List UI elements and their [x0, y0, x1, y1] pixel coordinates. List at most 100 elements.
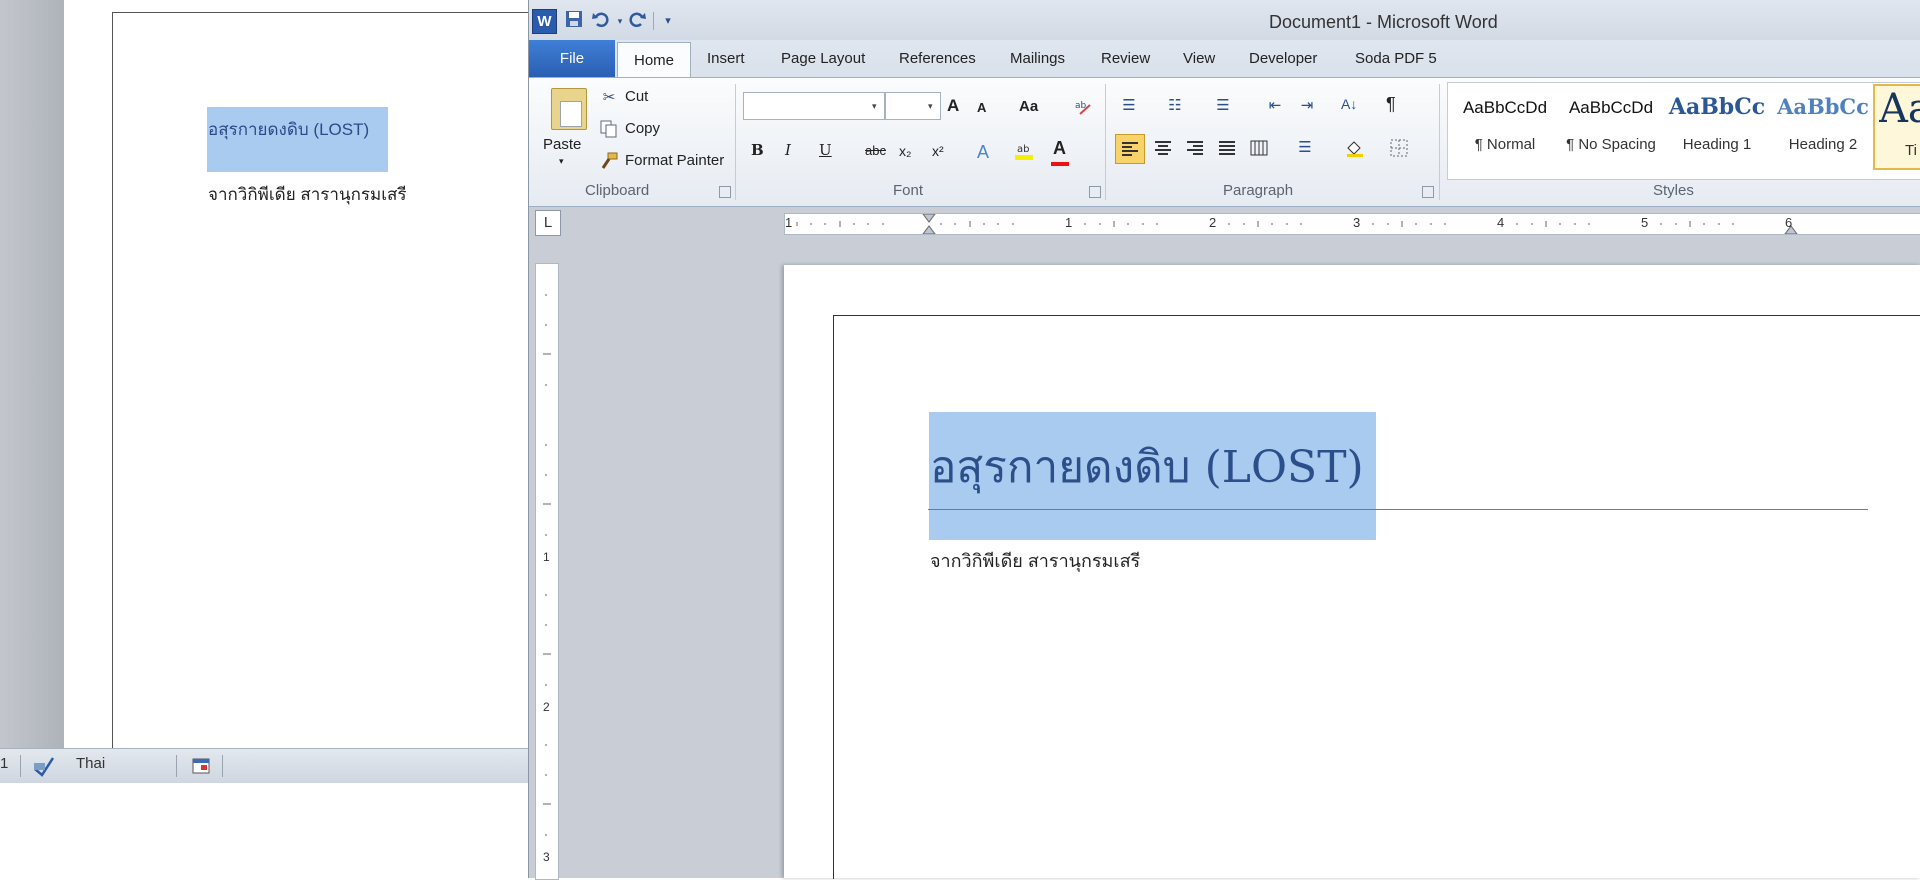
paragraph-dialog-launcher[interactable]	[1422, 186, 1434, 198]
style-normal[interactable]: AaBbCcDd ¶ Normal	[1453, 86, 1557, 156]
word-logo-icon[interactable]: W	[532, 9, 557, 34]
numbering-icon[interactable]: ☷	[1165, 96, 1185, 116]
background-doc-title[interactable]: อสุรกายดงดิบ (LOST)	[208, 116, 369, 143]
background-window-gutter	[0, 0, 64, 748]
superscript-button[interactable]: x²	[932, 143, 944, 159]
change-case-button[interactable]: Aa	[1019, 98, 1038, 115]
align-left-button[interactable]	[1115, 134, 1145, 164]
quick-access-separator	[653, 12, 654, 30]
ribbon-home: Paste ▾ ✂ Cut Copy Format Painter Clipbo…	[529, 77, 1920, 207]
group-separator	[1439, 84, 1440, 200]
tab-view[interactable]: View	[1183, 50, 1215, 67]
tab-selector-button[interactable]: L	[535, 210, 561, 236]
shading-icon[interactable]	[1345, 138, 1365, 158]
copy-icon[interactable]	[599, 120, 619, 140]
bold-button[interactable]: B	[751, 141, 764, 159]
show-marks-button[interactable]: ¶	[1386, 94, 1396, 115]
undo-icon[interactable]	[589, 10, 611, 32]
status-separator	[20, 755, 21, 777]
highlight-color-icon[interactable]: ab	[1013, 140, 1033, 160]
ruler-number: 1	[1065, 215, 1073, 230]
paragraph-group-label: Paragraph	[1223, 182, 1294, 199]
page-margin-frame	[833, 315, 1920, 879]
clear-formatting-icon[interactable]: ab	[1074, 96, 1094, 116]
background-doc-subtitle[interactable]: จากวิกิพีเดีย สารานุกรมเสรี	[208, 181, 407, 208]
tab-developer[interactable]: Developer	[1249, 50, 1317, 67]
customize-icon[interactable]: ▾	[657, 10, 679, 32]
sort-button[interactable]: A↓	[1341, 96, 1357, 112]
underline-button[interactable]: U	[819, 141, 832, 159]
desktop-background	[0, 783, 530, 878]
style-name: Heading 2	[1788, 136, 1858, 153]
borders-icon[interactable]	[1389, 138, 1409, 158]
tab-mailings[interactable]: Mailings	[1010, 50, 1065, 67]
tab-references[interactable]: References	[899, 50, 976, 67]
document-subtitle[interactable]: จากวิกิพีเดีย สารานุกรมเสรี	[930, 546, 1140, 575]
cut-button[interactable]: Cut	[625, 88, 648, 105]
decrease-indent-icon[interactable]: ⇤	[1265, 96, 1285, 116]
shrink-font-button[interactable]: A	[977, 100, 986, 115]
text-effects-icon[interactable]: A	[973, 142, 993, 162]
tab-review[interactable]: Review	[1101, 50, 1150, 67]
justify-icon[interactable]	[1217, 138, 1237, 158]
style-sample: AaBbCc	[1668, 94, 1766, 120]
clipboard-group-label: Clipboard	[585, 182, 650, 199]
italic-button[interactable]: I	[785, 141, 791, 159]
line-spacing-icon[interactable]: ☰	[1295, 138, 1315, 158]
align-right-icon[interactable]	[1185, 138, 1205, 158]
copy-button[interactable]: Copy	[625, 120, 660, 137]
font-color-button[interactable]: A	[1053, 138, 1066, 159]
status-language[interactable]: Thai	[76, 755, 105, 772]
font-dialog-launcher[interactable]	[1089, 186, 1101, 198]
group-separator	[735, 84, 736, 200]
format-painter-button[interactable]: Format Painter	[625, 152, 724, 169]
macro-icon[interactable]	[192, 758, 210, 774]
tab-file[interactable]: File	[529, 40, 615, 77]
styles-group-label: Styles	[1653, 182, 1694, 199]
style-heading-2[interactable]: AaBbCc Heading 2	[1771, 86, 1875, 156]
style-name: Heading 1	[1682, 136, 1752, 153]
status-separator	[176, 755, 177, 777]
font-name-dropdown-icon[interactable]: ▾	[872, 101, 877, 112]
tab-insert[interactable]: Insert	[707, 50, 745, 67]
cut-icon[interactable]: ✂	[599, 88, 619, 108]
svg-text:ab: ab	[1017, 144, 1029, 155]
ruler-number: 3	[1353, 215, 1361, 230]
proofing-icon[interactable]	[32, 755, 56, 777]
horizontal-ruler[interactable]: 1 1 2 3 4 5 6	[784, 213, 1920, 235]
status-page-fragment: 1	[0, 755, 9, 772]
ruler-number: 1	[543, 550, 550, 564]
align-center-icon[interactable]	[1153, 138, 1173, 158]
tab-page-layout[interactable]: Page Layout	[781, 50, 865, 67]
window-title: Document1 - Microsoft Word	[1269, 12, 1498, 32]
redo-icon[interactable]	[627, 10, 649, 32]
grow-font-button[interactable]: A	[947, 96, 959, 116]
increase-indent-icon[interactable]: ⇥	[1297, 96, 1317, 116]
tab-soda-pdf[interactable]: Soda PDF 5	[1355, 50, 1437, 67]
style-sample: AaBbCcDd	[1568, 98, 1654, 117]
font-size-dropdown-icon[interactable]: ▾	[928, 101, 933, 112]
style-heading-1[interactable]: AaBbCc Heading 1	[1665, 86, 1769, 156]
distribute-icon[interactable]	[1249, 138, 1269, 158]
document-heading[interactable]: อสุรกายดงดิบ (LOST)	[930, 432, 1364, 502]
multilevel-list-icon[interactable]: ☰	[1213, 96, 1233, 116]
save-icon[interactable]	[563, 10, 585, 32]
vertical-ruler[interactable]: 1 2 3	[535, 263, 559, 880]
font-size-box[interactable]: ▾	[885, 92, 941, 120]
subscript-button[interactable]: x₂	[899, 143, 911, 159]
font-name-box[interactable]: ▾	[743, 92, 885, 120]
ribbon-tab-bar: File Home Insert Page Layout References …	[529, 40, 1920, 78]
strikethrough-button[interactable]: abc	[865, 143, 886, 158]
tab-home[interactable]: Home	[617, 42, 691, 78]
paste-dropdown-icon[interactable]: ▾	[559, 156, 564, 167]
style-title[interactable]: Aa Ti	[1873, 84, 1920, 170]
heading-underline-rule	[928, 509, 1868, 510]
bullets-icon[interactable]: ☰	[1119, 96, 1139, 116]
format-painter-icon[interactable]	[599, 152, 619, 172]
paste-icon[interactable]	[551, 88, 587, 130]
ruler-number: 6	[1785, 215, 1793, 230]
clipboard-dialog-launcher[interactable]	[719, 186, 731, 198]
paste-button[interactable]: Paste	[543, 136, 581, 153]
ruler-number: 2	[1209, 215, 1217, 230]
style-no-spacing[interactable]: AaBbCcDd ¶ No Spacing	[1559, 86, 1663, 156]
